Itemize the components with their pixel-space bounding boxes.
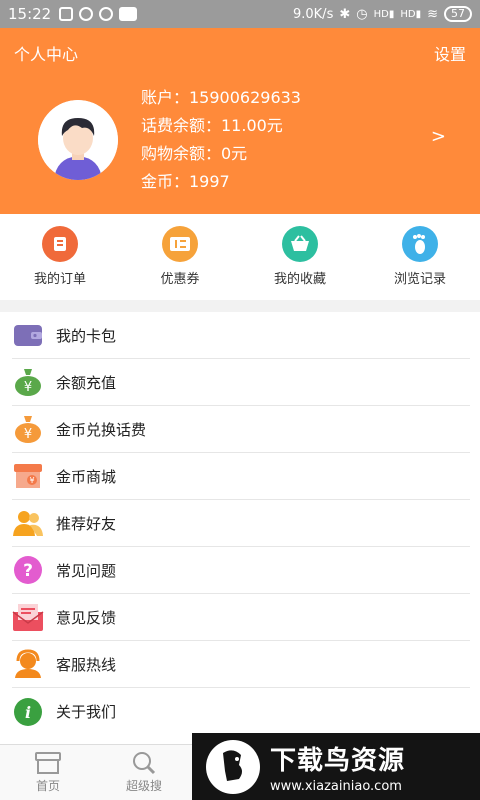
tab-super-search[interactable]: 超级搜 — [96, 745, 192, 800]
watermark-logo-icon — [206, 739, 260, 794]
svg-text:?: ? — [23, 561, 33, 581]
profile-header: 个人中心 设置 账户：15900629633 话费余额：11.00元 购物余额：… — [0, 28, 480, 214]
status-time: 15:22 — [8, 5, 52, 23]
headset-icon — [12, 648, 44, 680]
svg-text:¥: ¥ — [24, 380, 32, 395]
coin-bag-icon: ¥ — [12, 413, 44, 445]
menu-label: 推荐好友 — [56, 514, 117, 533]
account-info: 账户：15900629633 话费余额：11.00元 购物余额：0元 金币：19… — [141, 84, 301, 196]
profile-detail-arrow[interactable]: > — [431, 126, 446, 147]
tab-home[interactable]: 首页 — [0, 745, 96, 800]
watermark-url: www.xiazainiao.com — [270, 778, 402, 794]
footprint-icon — [402, 226, 438, 262]
shopping-balance: 购物余额：0元 — [141, 144, 248, 163]
history-label: 浏览记录 — [393, 272, 446, 287]
my-orders-button[interactable]: 我的订单 — [0, 214, 120, 300]
menu-item-recommend-friends[interactable]: 推荐好友 — [12, 500, 470, 547]
watermark: 下载鸟资源 www.xiazainiao.com — [192, 733, 480, 800]
menu-item-card-wallet[interactable]: 我的卡包 — [12, 312, 470, 359]
menu-label: 金币商城 — [56, 467, 117, 486]
notification-status-icon — [79, 7, 94, 21]
basket-icon — [282, 226, 318, 262]
menu-list: 我的卡包 ¥ 余额充值 ¥ 金币兑换话费 ¥ 金币商城 推荐好友 ? 常见问题 … — [0, 312, 480, 744]
phone-balance: 话费余额：11.00元 — [141, 116, 283, 135]
menu-label: 常见问题 — [56, 561, 117, 580]
shield-status-icon — [59, 7, 74, 21]
menu-item-hotline[interactable]: 客服热线 — [12, 641, 470, 688]
menu-label: 意见反馈 — [56, 608, 117, 627]
signal-icon-2: HD▮ — [400, 8, 422, 20]
page-title: 个人中心 — [14, 45, 79, 64]
coupons-label: 优惠券 — [160, 272, 200, 287]
money-bag-icon: ¥ — [12, 366, 44, 398]
svg-text:¥: ¥ — [24, 427, 32, 442]
wallet-icon — [12, 319, 44, 351]
coupons-button[interactable]: 优惠券 — [120, 214, 240, 300]
app-status-icon — [119, 7, 138, 21]
svg-text:¥: ¥ — [29, 476, 34, 485]
favorites-label: 我的收藏 — [273, 272, 326, 287]
store-icon: ¥ — [12, 460, 44, 492]
watermark-title: 下载鸟资源 — [270, 745, 406, 776]
friends-icon — [12, 507, 44, 539]
signal-icon-1: HD▮ — [373, 8, 395, 20]
status-bar: 15:22 9.0K/s ✱ ◷ HD▮ HD▮ ≋ 57 — [0, 0, 480, 28]
user-avatar-icon — [38, 100, 118, 180]
tab-home-label: 首页 — [35, 779, 60, 793]
battery-icon: 57 — [444, 6, 472, 22]
avatar[interactable] — [38, 100, 118, 180]
menu-item-feedback[interactable]: 意见反馈 — [12, 594, 470, 641]
quick-actions: 我的订单 优惠券 我的收藏 浏览记录 — [0, 214, 480, 300]
gold-coins: 金币：1997 — [141, 172, 230, 191]
settings-button[interactable]: 设置 — [434, 41, 466, 65]
order-icon — [42, 226, 78, 262]
history-button[interactable]: 浏览记录 — [360, 214, 480, 300]
alarm-icon: ◷ — [356, 6, 368, 22]
menu-label: 客服热线 — [56, 655, 117, 674]
search-icon — [133, 752, 156, 775]
menu-label: 金币兑换话费 — [56, 420, 147, 439]
svg-text:i: i — [25, 703, 31, 722]
network-speed: 9.0K/s — [292, 6, 334, 22]
question-icon: ? — [12, 554, 44, 586]
feedback-icon — [12, 601, 44, 633]
menu-item-exchange[interactable]: ¥ 金币兑换话费 — [12, 406, 470, 453]
info-icon: i — [12, 696, 44, 728]
menu-item-about[interactable]: i 关于我们 — [12, 688, 470, 735]
wifi-icon: ≋ — [427, 6, 438, 22]
my-orders-label: 我的订单 — [33, 272, 86, 287]
favorites-button[interactable]: 我的收藏 — [240, 214, 360, 300]
menu-item-coin-mall[interactable]: ¥ 金币商城 — [12, 453, 470, 500]
coupon-icon — [162, 226, 198, 262]
tab-search-label: 超级搜 — [125, 779, 162, 793]
menu-item-faq[interactable]: ? 常见问题 — [12, 547, 470, 594]
menu-label: 我的卡包 — [56, 326, 117, 345]
account-number: 账户：15900629633 — [141, 88, 301, 107]
menu-label: 关于我们 — [56, 703, 117, 721]
notification-status-icon-2 — [99, 7, 114, 21]
home-store-icon — [35, 752, 61, 774]
menu-item-recharge[interactable]: ¥ 余额充值 — [12, 359, 470, 406]
menu-label: 余额充值 — [56, 373, 117, 392]
bluetooth-icon: ✱ — [339, 6, 351, 22]
